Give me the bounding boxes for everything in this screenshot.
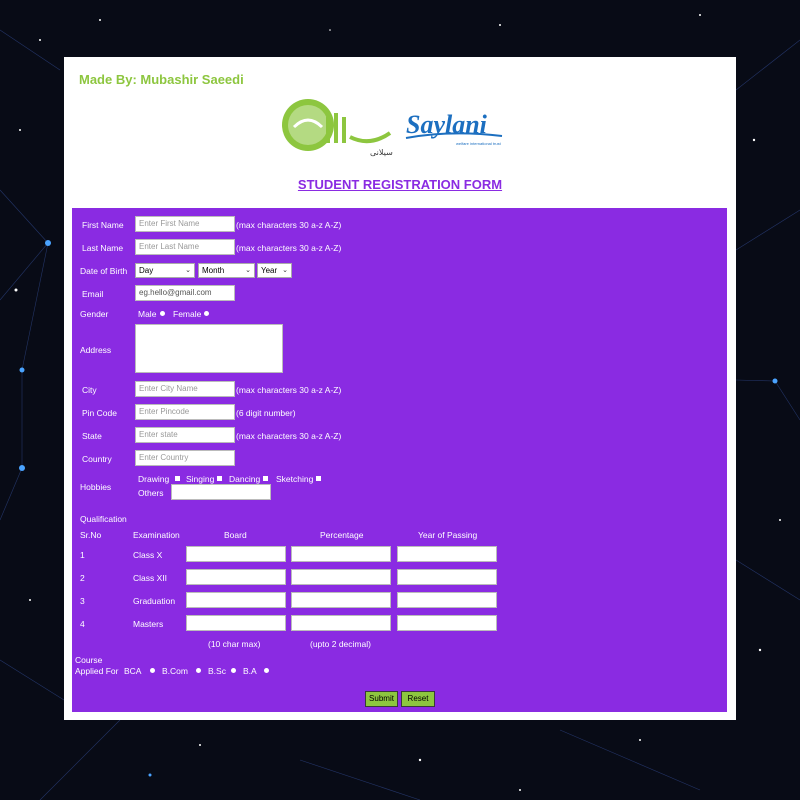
course-bsc-radio[interactable]	[231, 668, 236, 673]
qual-board-input[interactable]	[186, 569, 286, 585]
qual-year-input[interactable]	[397, 592, 497, 608]
author-credit: Made By: Mubashir Saeedi	[79, 72, 244, 87]
svg-text:welfare international trust: welfare international trust	[456, 141, 502, 146]
course-label: Course	[75, 655, 103, 665]
qual-board-input[interactable]	[186, 592, 286, 608]
hobby-dancing-checkbox[interactable]	[263, 476, 268, 481]
last-name-hint: (max characters 30 a-z A-Z)	[236, 243, 342, 253]
qual-header-year: Year of Passing	[418, 530, 478, 540]
hobby-drawing-label: Drawing	[138, 474, 170, 484]
qual-row-exam: Class XII	[133, 573, 168, 583]
dob-day-value: Day	[139, 266, 154, 275]
chevron-down-icon: ⌄	[185, 267, 191, 274]
state-input[interactable]: Enter state	[135, 427, 235, 443]
chevron-down-icon: ⌄	[282, 267, 288, 274]
pincode-input[interactable]: Enter Pincode	[135, 404, 235, 420]
course-bcom-label: B.Com	[162, 666, 188, 676]
qualification-label: Qualification	[80, 514, 127, 524]
qual-row-sr: 1	[80, 550, 85, 560]
reset-button[interactable]: Reset	[401, 691, 435, 707]
qual-row-exam: Masters	[133, 619, 164, 629]
saylani-logo-mark: Saylani welfare international trust سیلا…	[282, 99, 503, 157]
city-hint: (max characters 30 a-z A-Z)	[236, 385, 342, 395]
course-bsc-label: B.Sc	[208, 666, 226, 676]
qual-year-input[interactable]	[397, 546, 497, 562]
gender-label: Gender	[80, 309, 109, 319]
first-name-hint: (max characters 30 a-z A-Z)	[236, 220, 342, 230]
hobby-sketching-label: Sketching	[276, 474, 314, 484]
dob-month-value: Month	[202, 266, 225, 275]
first-name-input[interactable]: Enter First Name	[135, 216, 235, 232]
dob-year-value: Year	[261, 266, 278, 275]
country-input[interactable]: Enter Country	[135, 450, 235, 466]
qual-header-exam: Examination	[133, 530, 180, 540]
hobby-singing-checkbox[interactable]	[217, 476, 222, 481]
qual-board-input[interactable]	[186, 546, 286, 562]
email-label: Email	[82, 289, 104, 299]
qual-row-exam: Graduation	[133, 596, 176, 606]
gender-female-label: Female	[173, 309, 202, 319]
qual-percentage-input[interactable]	[291, 546, 391, 562]
qual-percentage-input[interactable]	[291, 592, 391, 608]
qual-percentage-input[interactable]	[291, 615, 391, 631]
chevron-down-icon: ⌄	[245, 267, 251, 274]
course-bca-label: BCA	[124, 666, 142, 676]
last-name-label: Last Name	[82, 243, 124, 253]
saylani-logo: Saylani welfare international trust سیلا…	[280, 97, 510, 159]
qual-year-input[interactable]	[397, 615, 497, 631]
hobby-others-label: Others	[138, 488, 164, 498]
course-applied-label: Applied For	[75, 666, 119, 676]
qual-header-srno: Sr.No	[80, 530, 102, 540]
gender-female-radio[interactable]	[204, 311, 209, 316]
hobby-drawing-checkbox[interactable]	[175, 476, 180, 481]
state-label: State	[82, 431, 102, 441]
course-ba-radio[interactable]	[264, 668, 269, 673]
hobby-others-input[interactable]	[171, 484, 271, 500]
qual-header-percentage: Percentage	[320, 530, 364, 540]
qual-year-input[interactable]	[397, 569, 497, 585]
qual-percentage-input[interactable]	[291, 569, 391, 585]
submit-button[interactable]: Submit	[365, 691, 398, 707]
qual-board-input[interactable]	[186, 615, 286, 631]
first-name-label: First Name	[82, 220, 124, 230]
qual-row-sr: 4	[80, 619, 85, 629]
hobby-singing-label: Singing	[186, 474, 215, 484]
form-title: STUDENT REGISTRATION FORM	[297, 177, 503, 192]
pincode-hint: (6 digit number)	[236, 408, 296, 418]
svg-text:سیلانی: سیلانی	[370, 148, 393, 157]
qual-header-board: Board	[224, 530, 247, 540]
hobby-sketching-checkbox[interactable]	[316, 476, 321, 481]
pincode-label: Pin Code	[82, 408, 117, 418]
dob-day-select[interactable]: Day ⌄	[135, 263, 195, 278]
last-name-input[interactable]: Enter Last Name	[135, 239, 235, 255]
dob-label: Date of Birth	[80, 266, 128, 276]
qual-row-sr: 3	[80, 596, 85, 606]
qual-row-sr: 2	[80, 573, 85, 583]
hobby-dancing-label: Dancing	[229, 474, 261, 484]
state-hint: (max characters 30 a-z A-Z)	[236, 431, 342, 441]
board-note: (10 char max)	[208, 639, 261, 649]
registration-card: Made By: Mubashir Saeedi Saylani welfare…	[64, 57, 736, 720]
city-label: City	[82, 385, 97, 395]
country-label: Country	[82, 454, 112, 464]
percentage-note: (upto 2 decimal)	[310, 639, 371, 649]
registration-form: First Name Enter First Name (max charact…	[72, 208, 727, 712]
dob-year-select[interactable]: Year ⌄	[257, 263, 292, 278]
address-label: Address	[80, 345, 112, 355]
dob-month-select[interactable]: Month ⌄	[198, 263, 255, 278]
email-input[interactable]: eg.hello@gmail.com	[135, 285, 235, 301]
hobbies-label: Hobbies	[80, 482, 112, 492]
course-bca-radio[interactable]	[150, 668, 155, 673]
address-textarea[interactable]	[135, 324, 283, 373]
city-input[interactable]: Enter City Name	[135, 381, 235, 397]
course-bcom-radio[interactable]	[196, 668, 201, 673]
course-ba-label: B.A	[243, 666, 257, 676]
qual-row-exam: Class X	[133, 550, 163, 560]
gender-male-label: Male	[138, 309, 157, 319]
gender-male-radio[interactable]	[160, 311, 165, 316]
